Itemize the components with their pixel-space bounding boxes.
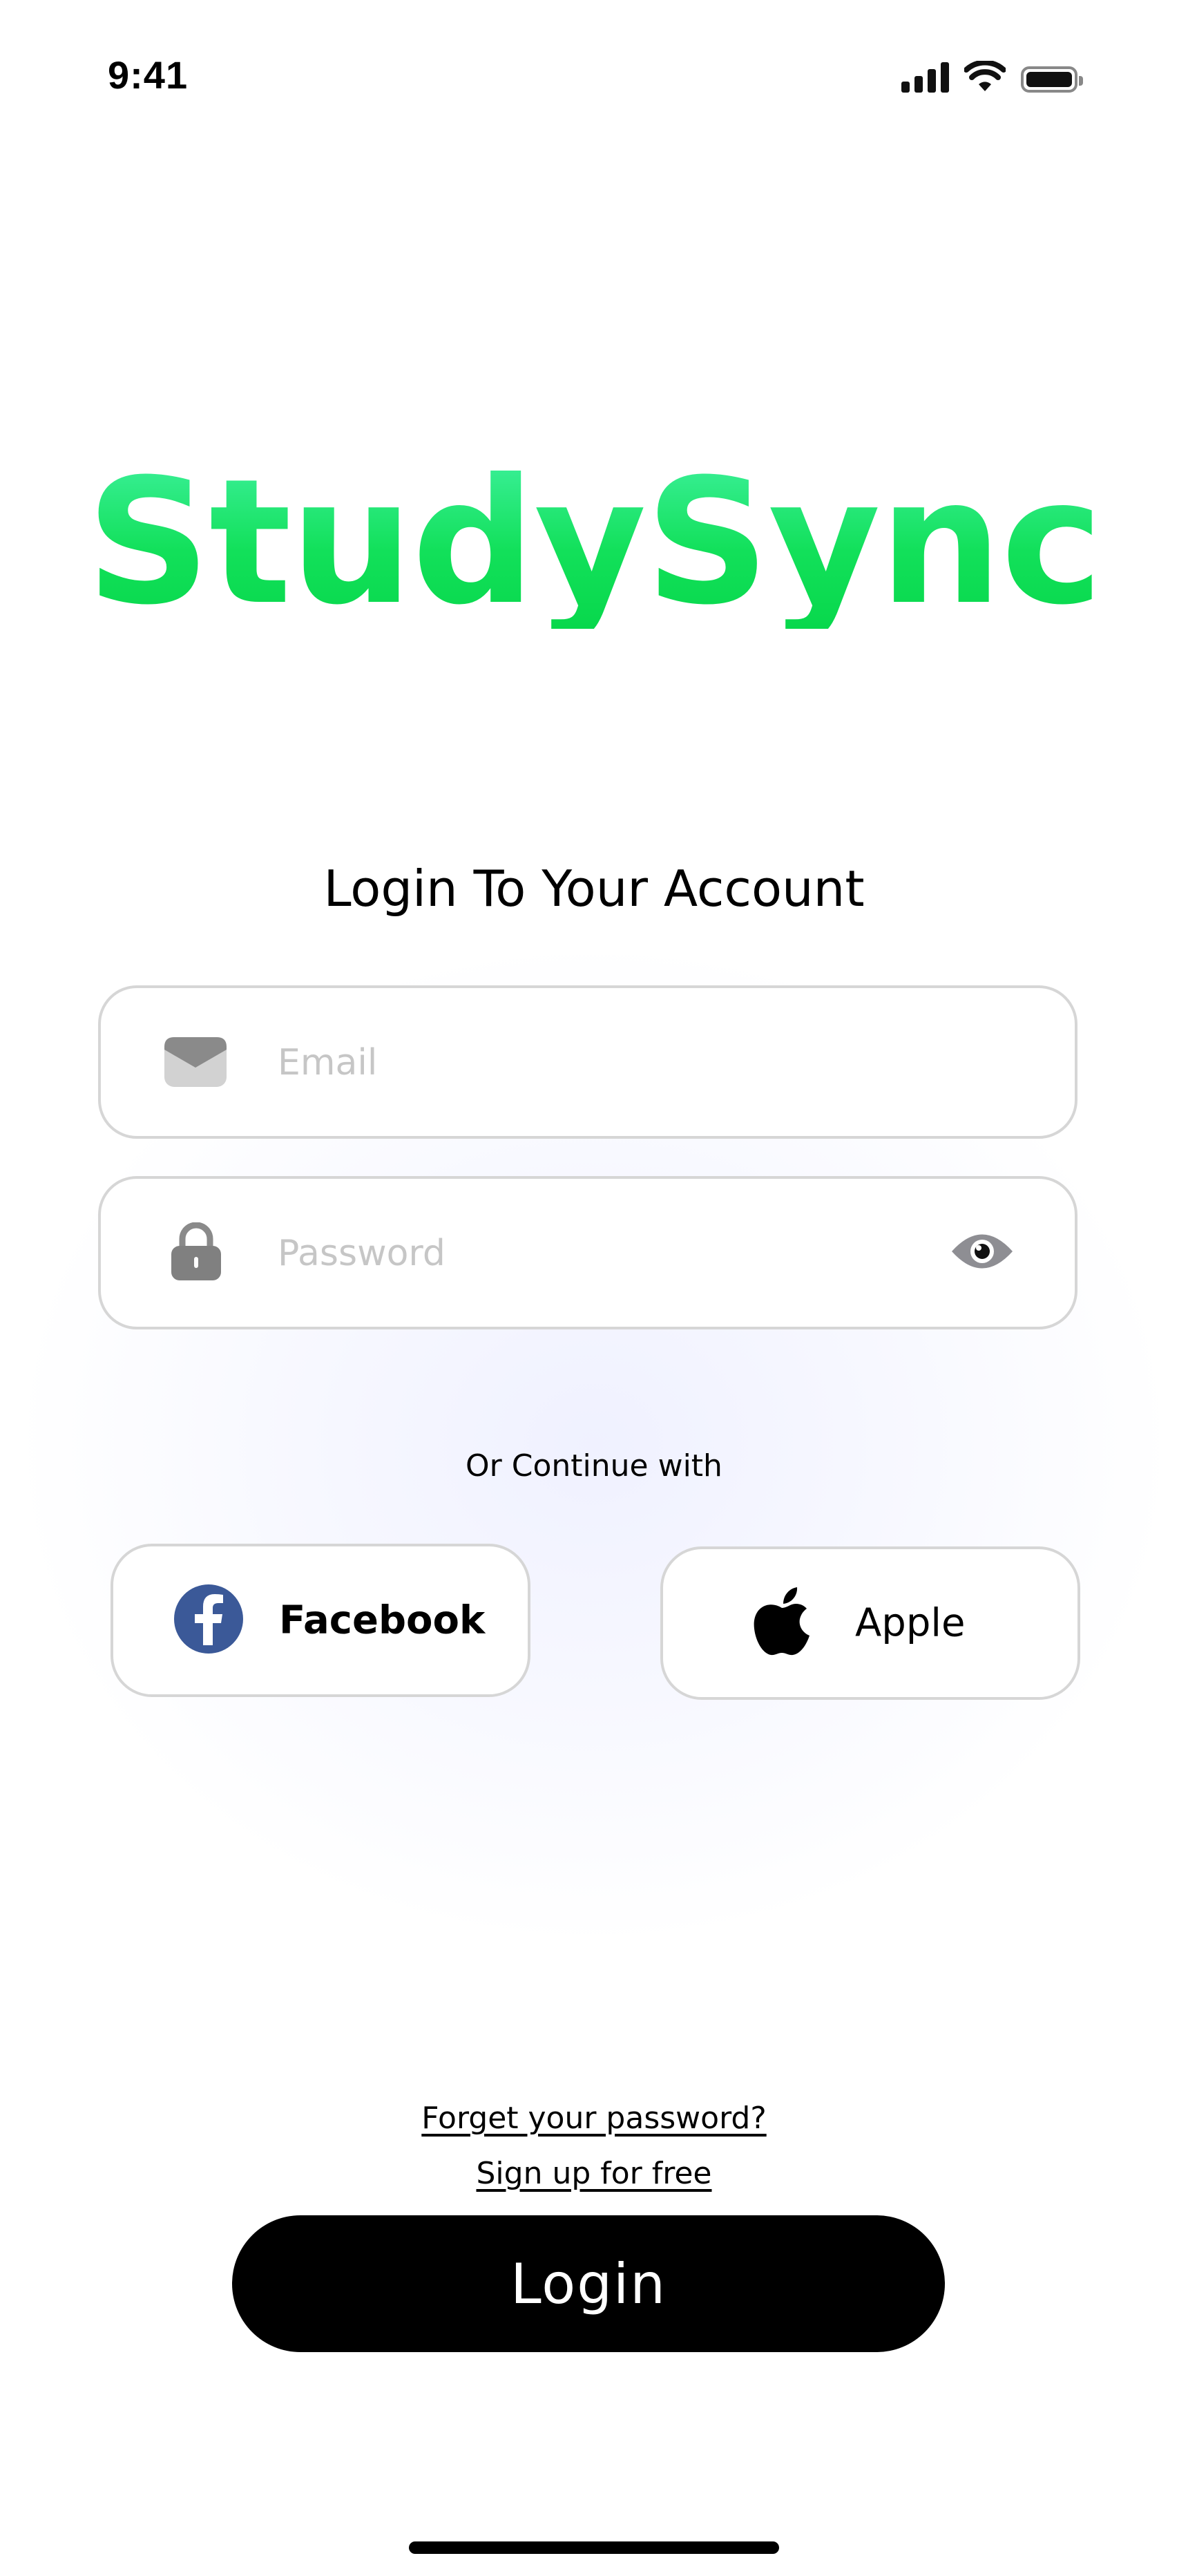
email-input[interactable] <box>276 988 956 1137</box>
eye-icon[interactable] <box>950 1230 1014 1276</box>
facebook-icon <box>173 1583 245 1658</box>
password-field[interactable] <box>98 1176 1077 1329</box>
home-indicator <box>409 2541 779 2554</box>
wifi-icon <box>964 61 1006 91</box>
app-logo-text: StudySync <box>0 456 1188 629</box>
signup-link[interactable]: Sign up for free <box>477 2156 712 2191</box>
apple-label: Apple <box>855 1600 966 1646</box>
facebook-label: Facebook <box>279 1598 486 1643</box>
apple-login-button[interactable]: Apple <box>660 1546 1080 1700</box>
continue-with-label: Or Continue with <box>466 1448 722 1484</box>
signal-icon <box>901 61 949 93</box>
login-button[interactable]: Login <box>232 2215 945 2352</box>
forgot-password-link-row: Forget your password? <box>0 2101 1188 2136</box>
status-time: 9:41 <box>108 53 189 97</box>
email-field[interactable] <box>98 985 1077 1139</box>
forgot-password-link[interactable]: Forget your password? <box>421 2101 766 2136</box>
battery-icon <box>1021 66 1083 93</box>
password-input[interactable] <box>276 1179 956 1328</box>
mail-icon <box>164 1034 227 1090</box>
apple-icon <box>751 1586 812 1660</box>
page-title: Login To Your Account <box>323 860 865 918</box>
lock-icon <box>169 1222 224 1283</box>
facebook-login-button[interactable]: Facebook <box>111 1544 530 1697</box>
signup-link-row: Sign up for free <box>0 2156 1188 2191</box>
status-icons <box>901 61 1083 93</box>
